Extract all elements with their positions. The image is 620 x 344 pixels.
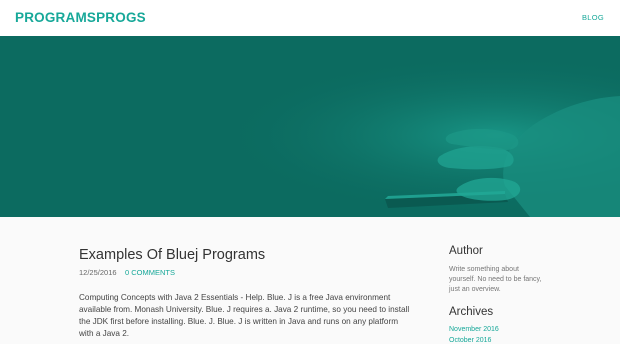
sidebar-archives-heading: Archives xyxy=(449,306,494,318)
sidebar-author-text: Write something about yourself. No need … xyxy=(449,266,542,293)
hero-hand-phone-image xyxy=(0,36,620,217)
post-excerpt: Computing Concepts with Java 2 Essential… xyxy=(79,293,410,338)
post-comments-link[interactable]: 0 COMMENTS xyxy=(125,268,175,277)
nav-link-blog[interactable]: BLOG xyxy=(582,13,604,22)
post-title[interactable]: Examples Of Bluej Programs xyxy=(79,247,265,263)
hero-banner xyxy=(0,36,620,217)
site-logo[interactable]: PROGRAMSPROGS xyxy=(15,10,146,25)
sidebar-author-heading: Author xyxy=(449,245,483,257)
top-navbar: PROGRAMSPROGS BLOG xyxy=(0,0,620,36)
archive-link-november-2016[interactable]: November 2016 xyxy=(449,326,499,333)
post-date: 12/25/2016 xyxy=(79,268,117,277)
